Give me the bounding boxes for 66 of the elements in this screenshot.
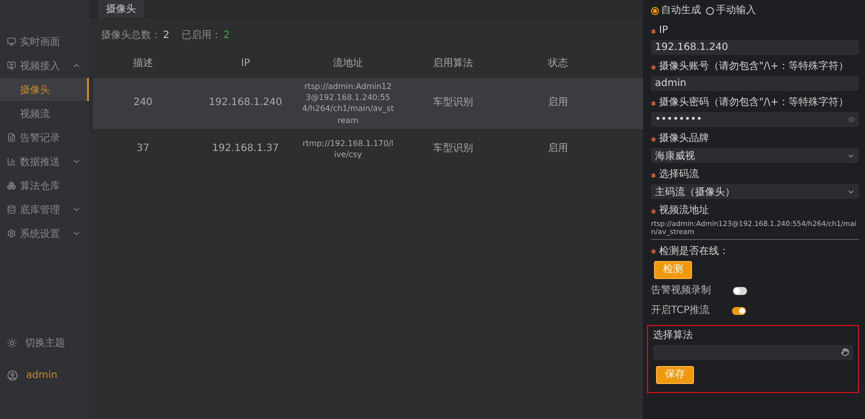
- sun-icon: [7, 338, 17, 348]
- summary-text: 摄像头总数： 2: [101, 28, 170, 42]
- column-header: 启用算法: [432, 57, 474, 71]
- radio-option[interactable]: 手动输入: [706, 5, 756, 17]
- menu-icon: [7, 157, 16, 166]
- toggle-switch[interactable]: [732, 306, 746, 315]
- menu-icon: [7, 229, 16, 238]
- column-header: 流地址: [332, 57, 364, 71]
- sidebar-item[interactable]: 底库管理: [0, 198, 89, 221]
- hand-cursor-icon: [841, 348, 849, 356]
- summary-text: 已启用： 2: [181, 28, 230, 42]
- menu-icon: [7, 133, 16, 142]
- tab[interactable]: 摄像头: [98, 0, 144, 18]
- switch-label: 告警视频录制: [651, 284, 711, 297]
- menu-icon: [7, 37, 16, 46]
- menu-icon: [7, 181, 16, 190]
- user-item[interactable]: admin: [0, 364, 89, 387]
- table-cell-text: 车型识别: [432, 96, 474, 110]
- save-button[interactable]: 保存: [656, 366, 694, 384]
- select-field[interactable]: 主码流（摄像头）: [651, 184, 859, 199]
- menu-icon: [7, 61, 16, 70]
- field-label: 摄像头品牌: [659, 133, 709, 145]
- eye-icon[interactable]: [848, 116, 855, 123]
- sidebar-item[interactable]: 实时画面: [0, 30, 89, 53]
- toggle-switch[interactable]: [733, 286, 747, 295]
- chevron-up-icon[interactable]: [72, 61, 81, 70]
- text-field[interactable]: admin: [651, 76, 859, 91]
- table-cell-text: 192.168.1.37: [211, 142, 280, 156]
- field-label: IP: [659, 25, 668, 37]
- chevron-down-icon[interactable]: [72, 229, 81, 238]
- column-header: IP: [240, 57, 251, 71]
- table-cell-text: 240: [132, 96, 154, 110]
- text-field[interactable]: 192.168.1.240: [651, 40, 859, 55]
- chevron-down-icon[interactable]: [72, 205, 81, 214]
- password-field[interactable]: ••••••••: [651, 112, 859, 127]
- field-label: 检测是否在线：: [659, 246, 729, 258]
- check-button[interactable]: 检测: [654, 260, 692, 279]
- table-cell-text: 192.168.1.240: [208, 96, 284, 110]
- sidebar-item[interactable]: 视频接入: [0, 54, 89, 77]
- sidebar-item[interactable]: 摄像头: [0, 78, 89, 101]
- table-cell-text: rtsp://admin:Admin123@192.168.1.240:554/h264/ch1/main/av_stream: [301, 81, 395, 126]
- switch-label: 开启TCP推流: [651, 304, 710, 317]
- field-label: 视频流地址: [659, 205, 709, 217]
- select-field[interactable]: [653, 344, 853, 360]
- field-label: 选择码流: [659, 169, 699, 181]
- field-label: 摄像头账号（请勿包含"/\+：等特殊字符）: [659, 61, 849, 73]
- table-cell-text: 启用: [547, 142, 569, 156]
- sidebar-item[interactable]: 告警记录: [0, 126, 89, 149]
- radio-option[interactable]: 自动生成: [651, 5, 701, 17]
- table-cell-text: rtmp://192.168.1.170/live/csy: [302, 138, 394, 160]
- sidebar-item[interactable]: 系统设置: [0, 222, 89, 245]
- chevron-down-icon[interactable]: [72, 157, 81, 166]
- column-header: 描述: [132, 57, 154, 71]
- sidebar-item[interactable]: 数据推送: [0, 150, 89, 173]
- theme-toggle[interactable]: 切换主题: [0, 331, 89, 354]
- field-label: 选择算法: [653, 330, 694, 342]
- sidebar-item[interactable]: 视频流: [0, 102, 89, 125]
- user-avatar-icon: [7, 370, 18, 381]
- table-cell-text: 启用: [547, 96, 569, 110]
- table-cell-text: 37: [136, 142, 150, 156]
- table-cell-text: 车型识别: [432, 142, 474, 156]
- select-field[interactable]: 海康威视: [651, 148, 859, 163]
- column-header: 状态: [547, 57, 569, 71]
- menu-icon: [7, 205, 16, 214]
- sidebar-item[interactable]: 算法仓库: [0, 174, 89, 197]
- field-label: 摄像头密码（请勿包含"/\+：等特殊字符）: [659, 97, 849, 109]
